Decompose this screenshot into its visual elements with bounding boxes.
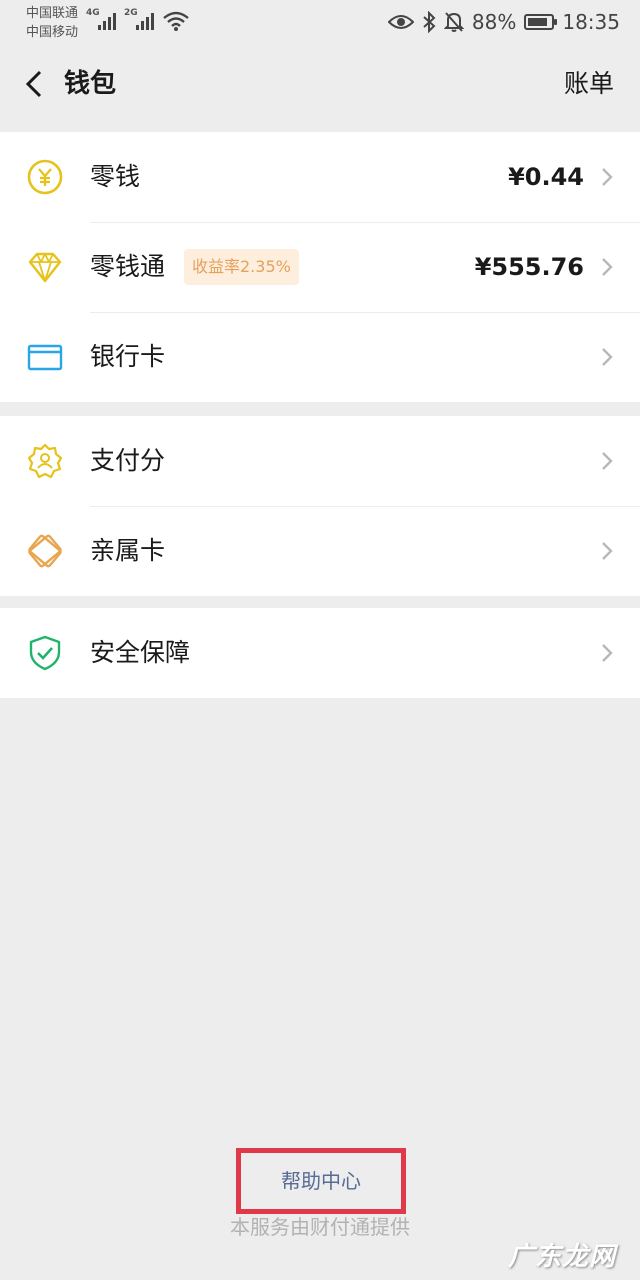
chevron-right-icon [602,168,613,186]
row-lingqiantong[interactable]: 零钱通 收益率2.35% ¥555.76 [0,222,640,312]
nav-bar: 钱包 账单 [0,44,640,124]
row-security[interactable]: 安全保障 [0,608,640,698]
carrier-1: 中国联通 [26,6,79,21]
mute-bell-icon [443,12,464,32]
wallet-group-security: 安全保障 [0,608,640,698]
wallet-group-services: 支付分 亲属卡 [0,416,640,596]
carrier-labels: 中国联通 中国移动 [26,4,78,42]
row-label: 零钱 [90,162,141,191]
row-family-card[interactable]: 亲属卡 [0,506,640,596]
battery-percent: 88% [471,10,517,34]
change-balance: ¥0.44 [508,163,584,191]
shield-check-icon [29,635,61,671]
watermark: 广东龙网 [507,1242,616,1272]
row-label: 亲属卡 [90,536,166,565]
status-bar: 中国联通 中国移动 4G 2G 88% 18:35 [0,0,640,44]
yield-rate-badge: 收益率2.35% [184,249,299,285]
row-change[interactable]: 零钱 ¥0.44 [0,132,640,222]
page-title: 钱包 [64,69,117,99]
status-right: 88% 18:35 [387,9,620,35]
pay-score-icon [27,443,63,479]
row-pay-score[interactable]: 支付分 [0,416,640,506]
battery-icon [524,14,558,30]
wallet-group-funds: 零钱 ¥0.44 零钱通 收益率2.35% ¥555.76 银行卡 [0,132,640,402]
row-label: 银行卡 [90,342,166,371]
chevron-right-icon [602,542,613,560]
chevron-right-icon [602,644,613,662]
wifi-icon [163,11,189,31]
eye-icon [387,15,414,29]
highlight-box [236,1148,406,1214]
chevron-right-icon [602,348,613,366]
yuan-coin-icon [27,159,63,195]
chevron-right-icon [602,452,613,470]
bank-card-icon [27,344,63,371]
row-bank-card[interactable]: 银行卡 [0,312,640,402]
row-label: 支付分 [90,446,166,475]
row-label: 零钱通 [90,252,166,281]
bluetooth-icon [423,11,436,33]
diamond-icon [28,252,62,283]
back-arrow-icon[interactable] [22,66,52,102]
bill-button[interactable]: 账单 [564,66,614,102]
row-label: 安全保障 [90,638,191,667]
chevron-right-icon [602,258,613,276]
lingqiantong-balance: ¥555.76 [474,253,584,281]
clock: 18:35 [562,10,620,34]
family-card-icon [28,534,62,568]
carrier-2: 中国移动 [26,25,79,40]
